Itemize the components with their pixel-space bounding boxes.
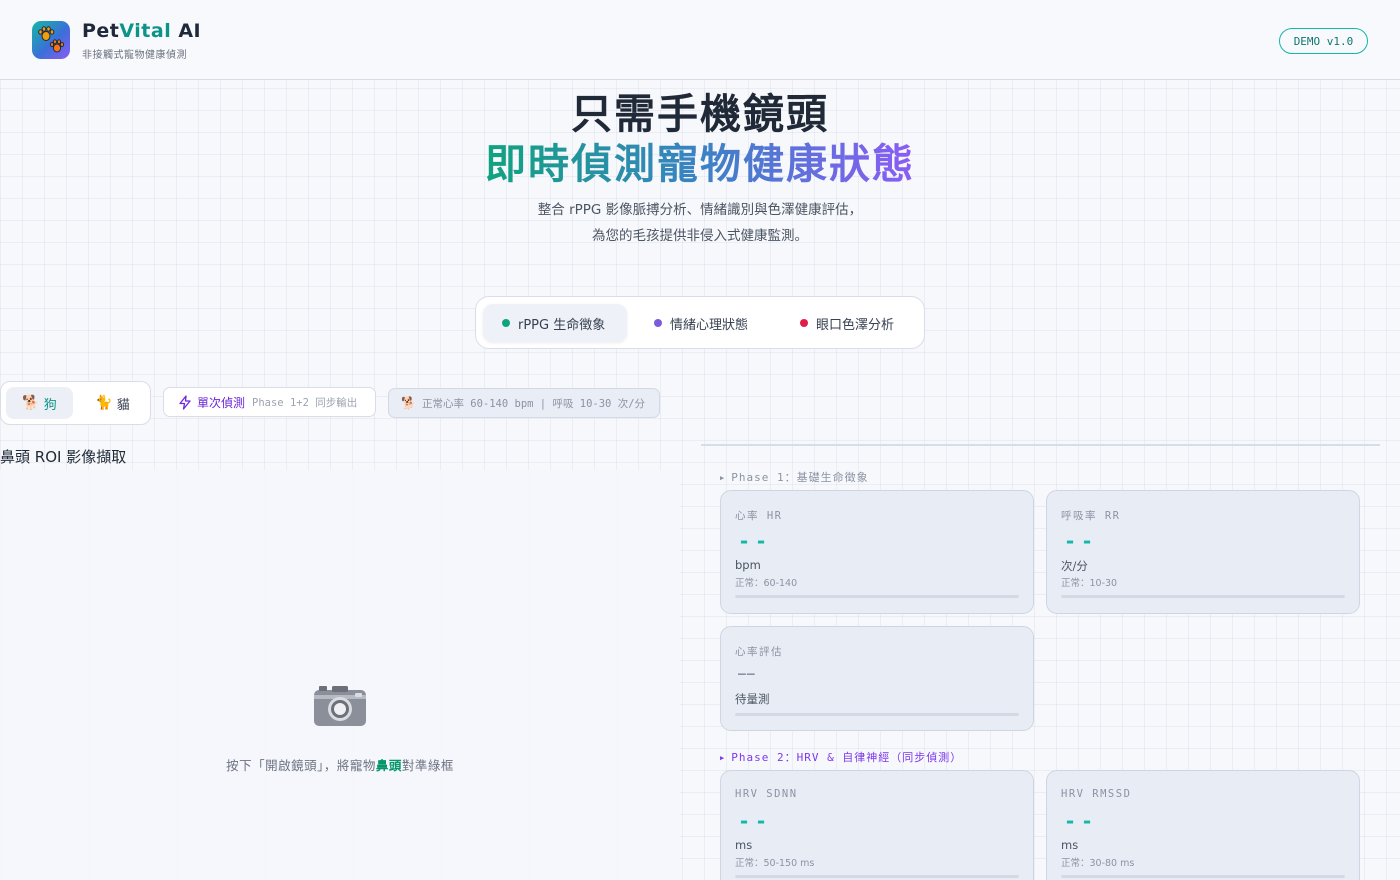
respiration-rate-value: -- [1064, 529, 1099, 553]
evaluation-status: 待量測 [735, 692, 770, 706]
heart-rate-evaluation-card: 心率評估 —— 待量測 [720, 626, 1034, 731]
camera-hint: 按下「開啟鏡頭」，將寵物鼻頭對準綠框 [226, 758, 454, 773]
heart-rate-value: -- [738, 529, 773, 553]
respiration-rate-card: 呼吸率 RR -- 次/分 正常：10-30 [1046, 490, 1360, 614]
dog-icon: 🐕 [401, 396, 416, 410]
status-dot [800, 319, 808, 327]
heart-rate-card: 心率 HR -- bpm 正常：60-140 [720, 490, 1034, 614]
normal-range-badge: 🐕 正常心率 60-140 bpm | 呼吸 10-30 次/分 [388, 388, 660, 418]
camera-viewport [0, 470, 680, 880]
brand-subtitle: 非接觸式寵物健康偵測 [82, 50, 187, 61]
hrv-rmssd-value: -- [1064, 809, 1099, 833]
lightning-icon [179, 394, 191, 410]
status-dot [502, 319, 510, 327]
progress-bar [735, 875, 1019, 878]
species-toggle: 🐕 狗 🐈 貓 [0, 381, 151, 425]
status-dot [654, 319, 662, 327]
triangle-icon: ▶ [720, 754, 726, 762]
phase2-label: ▶ Phase 2：HRV & 自律神經（同步偵測） [720, 751, 963, 764]
app-logo [32, 21, 70, 59]
single-detect-button[interactable]: 單次偵測 Phase 1+2 同步輸出 [163, 387, 376, 417]
species-cat-button[interactable]: 🐈 貓 [79, 387, 146, 419]
hrv-sdnn-card: HRV SDNN -- ms 正常：50-150 ms [720, 770, 1034, 880]
brand-name: PetVital AI [82, 20, 202, 42]
evaluation-value: —— [738, 667, 756, 682]
camera-icon [314, 686, 366, 726]
progress-bar [1061, 595, 1345, 598]
camera-title: 鼻頭 ROI 影像擷取 [0, 448, 127, 466]
progress-bar [735, 595, 1019, 598]
species-dog-button[interactable]: 🐕 狗 [6, 387, 73, 419]
panel-divider [701, 444, 1380, 446]
cat-icon: 🐈 [95, 395, 113, 411]
phase1-label: ▶ Phase 1：基礎生命徵象 [720, 471, 869, 484]
dog-icon: 🐕 [22, 395, 40, 411]
tab-emotion[interactable]: 情緒心理狀態 [642, 304, 772, 342]
triangle-icon: ▶ [720, 474, 726, 482]
paw-icon [38, 26, 65, 53]
tab-color-analysis[interactable]: 眼口色澤分析 [788, 304, 916, 342]
app-header: PetVital AI 非接觸式寵物健康偵測 DEMO v1.0 [0, 0, 1400, 80]
hrv-sdnn-value: -- [738, 809, 773, 833]
progress-bar [1061, 875, 1345, 878]
hero-subtitle: 即時偵測寵物健康狀態 [485, 140, 915, 188]
tab-rppg[interactable]: rPPG 生命徵象 [483, 304, 627, 342]
progress-bar [735, 713, 1019, 716]
version-badge: DEMO v1.0 [1279, 28, 1368, 54]
hero-description: 整合 rPPG 影像脈搏分析、情緒識別與色澤健康評估， 為您的毛孩提供非侵入式健… [537, 202, 863, 244]
mode-tabs: rPPG 生命徵象 情緒心理狀態 眼口色澤分析 [475, 296, 925, 349]
hrv-rmssd-card: HRV RMSSD -- ms 正常：30-80 ms [1046, 770, 1360, 880]
